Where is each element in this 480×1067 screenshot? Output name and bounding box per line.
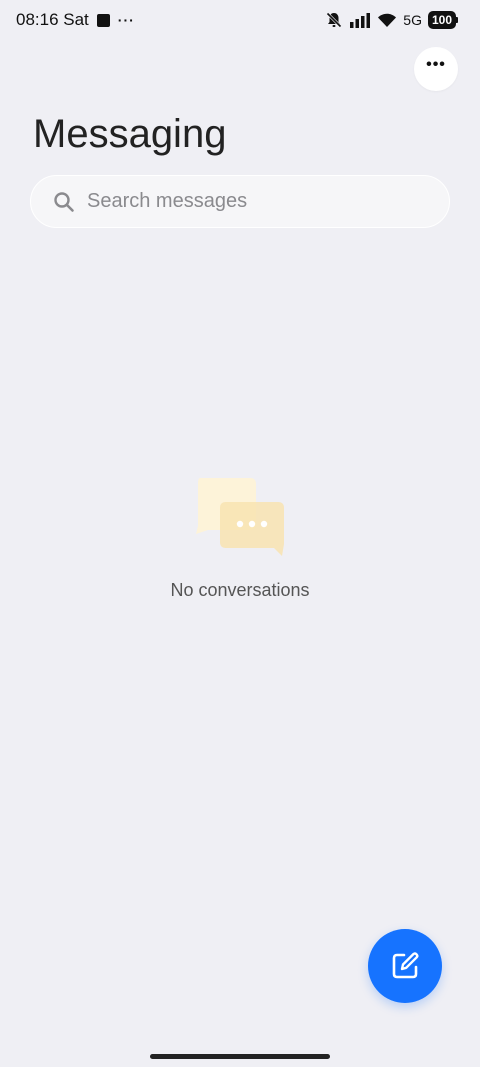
battery-level: 100 [427,11,456,29]
bell-off-icon [326,12,342,28]
more-options-icon: ••• [426,56,446,73]
home-indicator[interactable] [150,1054,330,1059]
empty-state: No conversations [0,476,480,601]
status-right: 5G 100 [325,11,458,29]
more-options-button[interactable]: ••• [414,47,458,91]
search-bar[interactable] [30,175,450,228]
network-type: 5G [403,12,422,28]
battery-icon: 100 [427,11,458,29]
status-time: 08:16 Sat [16,10,89,29]
page-title: Messaging [33,112,227,156]
status-left: 08:16 Sat ··· [16,10,135,30]
more-notifications-icon: ··· [117,12,135,28]
compose-icon [392,952,419,979]
status-bar: 08:16 Sat ··· 5G 100 [0,0,480,42]
wifi-icon [378,13,397,27]
notification-square-icon [96,13,110,27]
search-input[interactable] [85,189,419,214]
signal-icon [350,13,371,28]
compose-button[interactable] [368,929,442,1003]
empty-state-text: No conversations [170,580,310,600]
search-icon [54,191,74,212]
chat-bubbles-icon [196,478,284,556]
